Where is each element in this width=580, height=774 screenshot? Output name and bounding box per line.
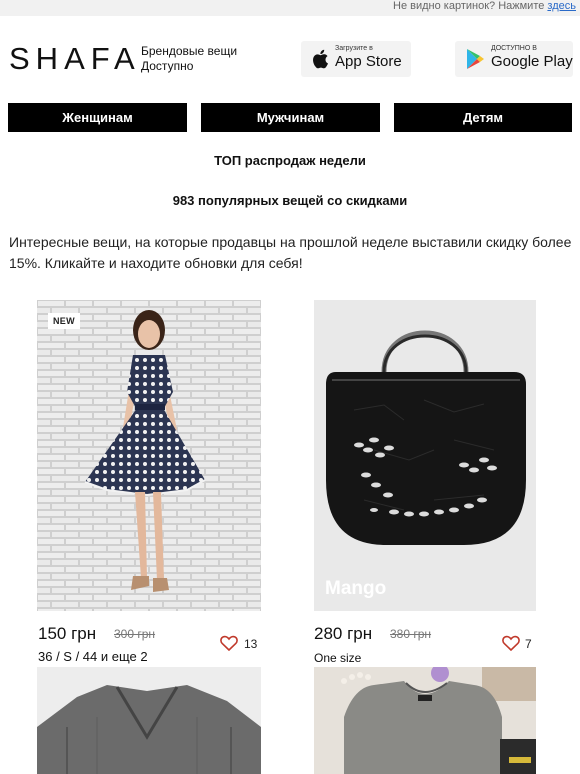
google-play-label: Google Play — [491, 53, 573, 70]
images-notice: Не видно картинок? Нажмите здесь — [393, 0, 576, 13]
app-store-button[interactable]: Загрузите в App Store — [301, 41, 411, 77]
product-photo-top[interactable] — [314, 667, 536, 774]
google-play-button[interactable]: ДОСТУПНО В Google Play — [455, 41, 573, 77]
heart-icon[interactable] — [502, 635, 520, 651]
dress-photo-image — [37, 300, 261, 611]
top-notice-bar: Не видно картинок? Нажмите здесь — [0, 0, 580, 16]
new-badge: NEW — [48, 313, 80, 329]
product-price: 280 грн — [314, 624, 373, 643]
images-notice-text: Не видно картинок? Нажмите — [393, 0, 545, 12]
popular-items-heading: 983 популярных вещей со скидками — [172, 193, 408, 208]
product-sizes: One size — [314, 651, 362, 665]
jacket-photo-image — [37, 667, 261, 774]
tagline-line1: Брендовые вещи — [141, 44, 238, 58]
intro-text: Интересные вещи, на которые продавцы на … — [9, 234, 572, 271]
product-photo-bag[interactable]: Mango — [314, 300, 536, 611]
app-store-label: App Store — [335, 53, 402, 70]
nav-kids-button[interactable]: Детям — [394, 103, 572, 132]
product-price: 150 грн — [38, 624, 97, 643]
likes-count: 13 — [244, 637, 258, 651]
google-play-small-label: ДОСТУПНО В — [491, 45, 537, 52]
tagline-line2: Доступно — [141, 59, 194, 73]
nav-men-button[interactable]: Мужчинам — [201, 103, 380, 132]
shafa-logo[interactable]: SHAFA — [9, 42, 141, 76]
product-photo-jacket[interactable] — [37, 667, 261, 774]
product-old-price: 300 грн — [114, 627, 156, 641]
apple-icon — [313, 49, 328, 69]
top-sales-heading: ТОП распродаж недели — [214, 153, 366, 168]
likes-count: 7 — [525, 637, 532, 651]
images-notice-link[interactable]: здесь — [547, 0, 576, 12]
bag-photo-image — [314, 300, 536, 611]
google-play-icon — [467, 49, 484, 69]
app-store-small-label: Загрузите в — [335, 45, 373, 52]
nav-women-button[interactable]: Женщинам — [8, 103, 187, 132]
brand-label: Mango — [325, 578, 387, 599]
heart-icon[interactable] — [220, 635, 238, 651]
product-sizes: 36 / S / 44 и еще 2 — [38, 649, 148, 664]
tagline: Брендовые вещи Доступно — [141, 44, 237, 74]
product-photo-dress[interactable]: NEW — [37, 300, 261, 611]
product-old-price: 380 грн — [390, 627, 432, 641]
top-photo-image — [314, 667, 536, 774]
